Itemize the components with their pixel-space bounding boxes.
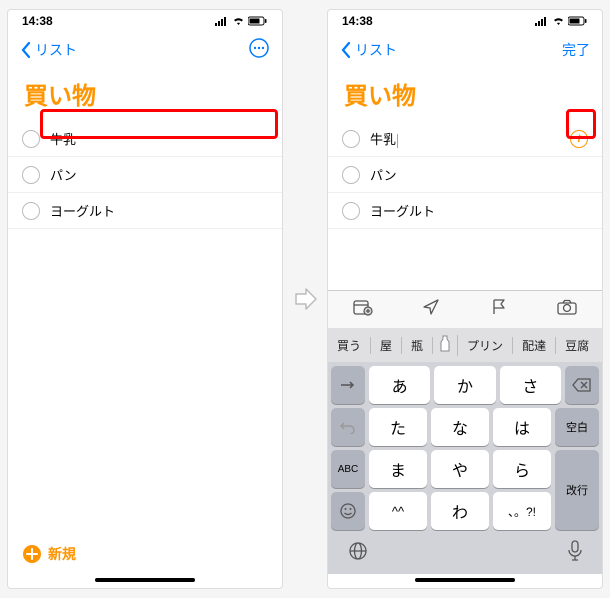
location-icon[interactable] bbox=[422, 298, 440, 321]
more-button[interactable] bbox=[248, 37, 270, 64]
phone-left: 14:38 リスト 買い物 牛乳 パン ヨーグルト 新規 bbox=[7, 9, 283, 589]
list-item[interactable]: ヨーグルト bbox=[328, 193, 602, 229]
item-text: パン bbox=[50, 165, 268, 184]
item-text: ヨーグルト bbox=[370, 201, 588, 220]
key[interactable]: わ bbox=[431, 492, 489, 530]
key[interactable]: は bbox=[493, 408, 551, 446]
toolbar bbox=[328, 290, 602, 328]
text-cursor bbox=[397, 134, 398, 148]
plus-circle-icon bbox=[22, 544, 42, 564]
info-icon[interactable]: i bbox=[570, 130, 588, 148]
list-item[interactable]: ヨーグルト bbox=[8, 193, 282, 229]
globe-icon[interactable] bbox=[347, 540, 369, 567]
spacer bbox=[328, 229, 602, 290]
key[interactable]: ^^ bbox=[369, 492, 427, 530]
arrow-right-icon bbox=[292, 286, 318, 312]
home-indicator[interactable] bbox=[415, 578, 515, 582]
items-list: 牛乳 パン ヨーグルト bbox=[8, 121, 282, 534]
checkbox-icon[interactable] bbox=[22, 130, 40, 148]
list-item[interactable]: 牛乳 i bbox=[328, 121, 602, 157]
chevron-left-icon bbox=[340, 41, 351, 59]
done-button[interactable]: 完了 bbox=[562, 40, 590, 60]
checkbox-icon[interactable] bbox=[22, 202, 40, 220]
suggestion[interactable]: 配達 bbox=[513, 337, 556, 354]
list-item[interactable]: 牛乳 bbox=[8, 121, 282, 157]
key[interactable]: や bbox=[431, 450, 489, 488]
suggestion[interactable]: 買う bbox=[328, 337, 371, 354]
camera-icon[interactable] bbox=[557, 299, 577, 320]
checkbox-icon[interactable] bbox=[342, 130, 360, 148]
chevron-left-icon bbox=[20, 41, 31, 59]
status-icons bbox=[535, 16, 588, 26]
status-time: 14:38 bbox=[342, 14, 373, 28]
key-abc[interactable]: ABC bbox=[331, 450, 365, 488]
nav-bar: リスト 完了 bbox=[328, 32, 602, 68]
item-text: 牛乳 bbox=[370, 129, 560, 148]
key[interactable]: な bbox=[431, 408, 489, 446]
suggestion[interactable]: 豆腐 bbox=[556, 337, 598, 354]
emoji-icon bbox=[339, 502, 357, 520]
key-delete[interactable] bbox=[565, 366, 599, 404]
list-title: 買い物 bbox=[328, 68, 602, 121]
list-item[interactable]: パン bbox=[8, 157, 282, 193]
checkbox-icon[interactable] bbox=[342, 202, 360, 220]
back-button[interactable]: リスト bbox=[20, 40, 77, 60]
status-bar: 14:38 bbox=[8, 10, 282, 32]
calendar-add-icon[interactable] bbox=[353, 298, 373, 321]
suggestion[interactable]: プリン bbox=[458, 337, 513, 354]
back-button[interactable]: リスト bbox=[340, 40, 397, 60]
mic-icon[interactable] bbox=[567, 540, 583, 567]
key-space[interactable]: 空白 bbox=[555, 408, 599, 446]
key-emoji[interactable] bbox=[331, 492, 365, 530]
items-list: 牛乳 i パン ヨーグルト bbox=[328, 121, 602, 229]
back-label: リスト bbox=[35, 40, 77, 60]
status-icons bbox=[215, 16, 268, 26]
back-label: リスト bbox=[355, 40, 397, 60]
key[interactable]: さ bbox=[500, 366, 561, 404]
more-icon bbox=[248, 37, 270, 59]
suggestion-bar: 買う 屋 瓶 プリン 配達 豆腐 bbox=[328, 328, 602, 362]
key[interactable]: た bbox=[369, 408, 427, 446]
key[interactable]: ま bbox=[369, 450, 427, 488]
add-new-button[interactable]: 新規 bbox=[8, 534, 282, 574]
phone-right: 14:38 リスト 完了 買い物 牛乳 i パン ヨーグルト bbox=[327, 9, 603, 589]
list-item[interactable]: パン bbox=[328, 157, 602, 193]
flag-icon[interactable] bbox=[490, 298, 508, 321]
home-indicator[interactable] bbox=[95, 578, 195, 582]
list-title: 買い物 bbox=[8, 68, 282, 121]
item-text: ヨーグルト bbox=[50, 201, 268, 220]
key[interactable]: あ bbox=[369, 366, 430, 404]
suggestion[interactable]: 屋 bbox=[371, 337, 402, 354]
item-text: パン bbox=[370, 165, 588, 184]
key[interactable]: ら bbox=[493, 450, 551, 488]
item-text: 牛乳 bbox=[50, 129, 268, 148]
checkbox-icon[interactable] bbox=[342, 166, 360, 184]
add-new-label: 新規 bbox=[48, 544, 76, 564]
bottle-icon bbox=[439, 335, 451, 353]
key[interactable]: か bbox=[434, 366, 495, 404]
key-undo[interactable] bbox=[331, 408, 365, 446]
suggestion[interactable] bbox=[433, 335, 458, 356]
nav-bar: リスト bbox=[8, 32, 282, 68]
suggestion[interactable]: 瓶 bbox=[402, 337, 433, 354]
key-arrow[interactable] bbox=[331, 366, 365, 404]
key[interactable]: 、。?! bbox=[493, 492, 551, 530]
status-time: 14:38 bbox=[22, 14, 53, 28]
checkbox-icon[interactable] bbox=[22, 166, 40, 184]
arrow-between bbox=[291, 285, 319, 313]
keyboard: あ か さ た な は 空白 ABC ま や ら 改行 ^ bbox=[328, 362, 602, 574]
status-bar: 14:38 bbox=[328, 10, 602, 32]
